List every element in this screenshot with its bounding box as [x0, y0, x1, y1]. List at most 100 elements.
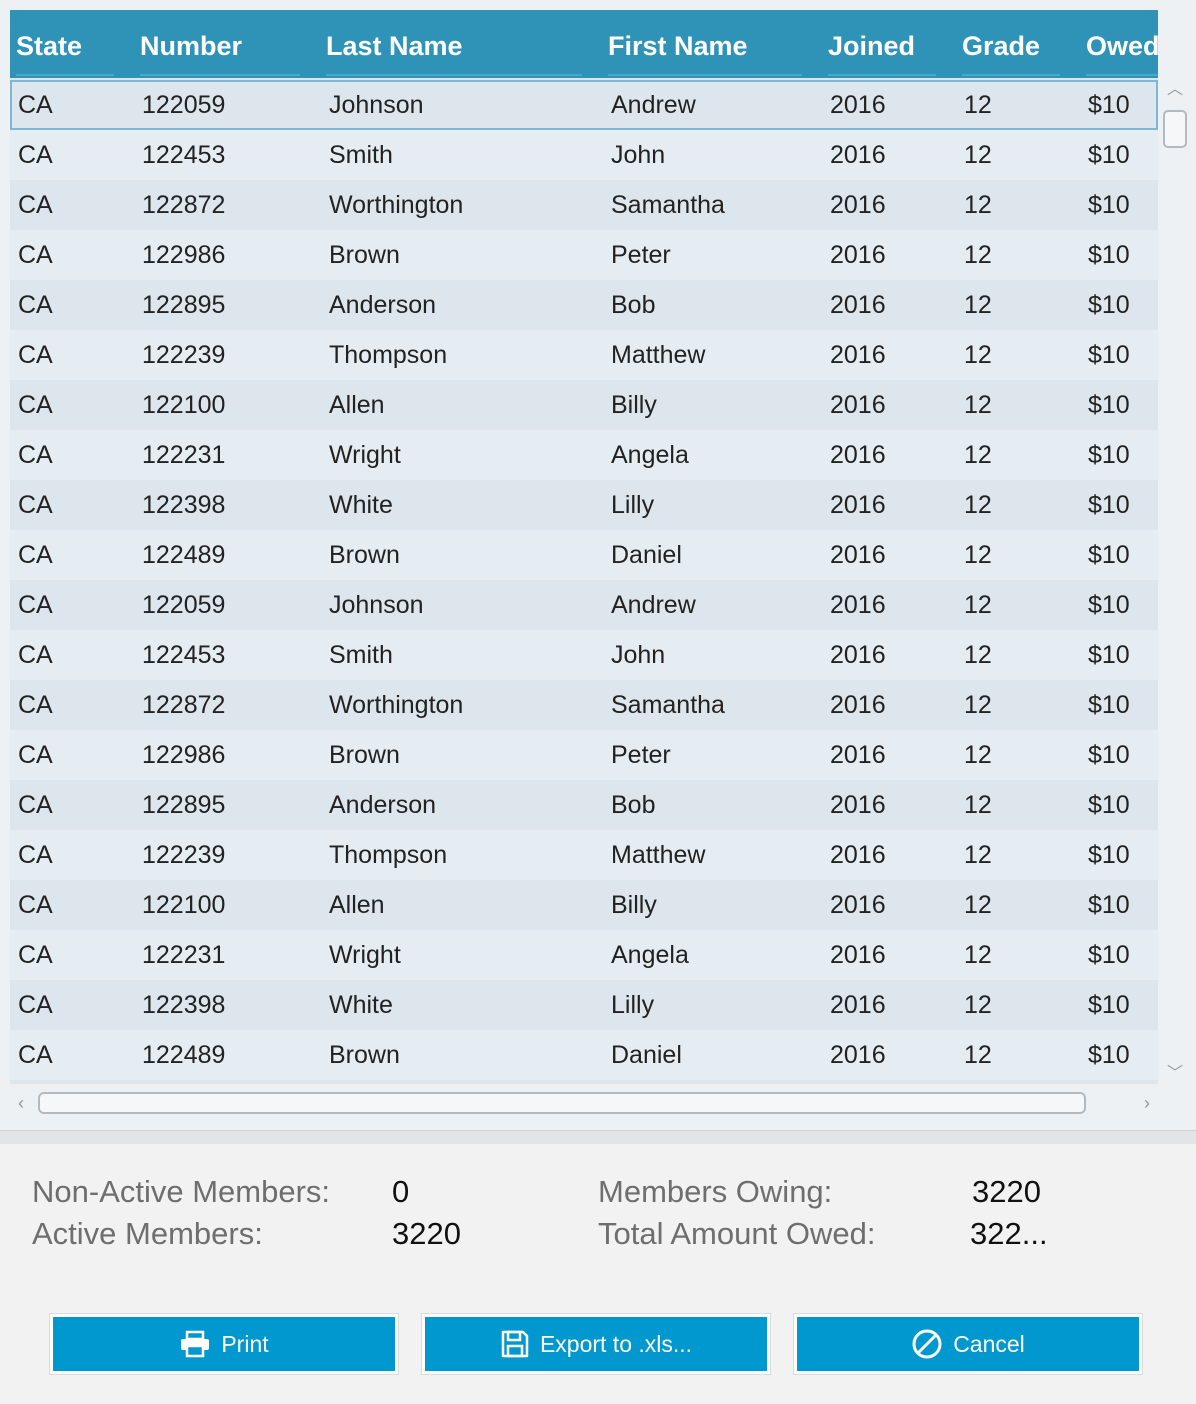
horizontal-scroll-thumb[interactable]	[38, 1092, 1086, 1114]
members-table: State Number Last Name First Name Joined…	[10, 10, 1158, 1084]
table-cell: 122239	[142, 341, 226, 369]
scroll-left-icon[interactable]: ‹	[12, 1094, 30, 1112]
table-cell: 12	[964, 791, 992, 819]
table-row[interactable]: CA 122059 Johnson Andrew 2016 12 $10	[10, 80, 1158, 130]
table-row[interactable]: CA 122398 White Lilly 2016 12 $10	[10, 980, 1158, 1030]
table-cell: Anderson	[329, 791, 437, 819]
scroll-right-icon[interactable]: ›	[1138, 1094, 1156, 1112]
table-cell: $10	[1088, 741, 1130, 769]
table-row[interactable]: CA 122100 Allen Billy 2016 12 $10	[10, 880, 1158, 930]
column-header-last-name[interactable]: Last Name	[326, 10, 582, 78]
column-header-grade[interactable]: Grade	[962, 10, 1060, 78]
table-cell: $10	[1088, 691, 1130, 719]
table-cell: Brown	[329, 241, 400, 269]
table-cell: CA	[18, 991, 53, 1019]
table-cell: 2016	[830, 241, 886, 269]
cancel-button[interactable]: Cancel	[793, 1313, 1143, 1375]
table-cell: 122986	[142, 741, 226, 769]
table-cell: Samantha	[611, 191, 725, 219]
table-row[interactable]: CA 122398 White Lilly 2016 12 $10	[10, 480, 1158, 530]
table-cell: $10	[1088, 1041, 1130, 1069]
table-cell: CA	[18, 91, 53, 119]
column-header-joined[interactable]: Joined	[828, 10, 936, 78]
table-cell: $10	[1088, 891, 1130, 919]
table-row[interactable]: CA 122895 Anderson Bob 2016 12 $10	[10, 780, 1158, 830]
vertical-scroll-thumb[interactable]	[1163, 110, 1187, 148]
export-xls-button[interactable]: Export to .xls...	[421, 1313, 771, 1375]
column-header-state[interactable]: State	[16, 10, 114, 78]
non-active-members-label: Non-Active Members:	[32, 1174, 331, 1209]
table-cell: CA	[18, 891, 53, 919]
table-cell: CA	[18, 291, 53, 319]
table-row[interactable]: CA 122872 Worthington Samantha 2016 12 $10	[10, 180, 1158, 230]
table-row[interactable]: CA 122239 Thompson Matthew 2016 12 $10	[10, 330, 1158, 380]
table-row[interactable]: CA 122872 Worthington Samantha 2016 12 $10	[10, 680, 1158, 730]
table-cell: 2016	[830, 691, 886, 719]
table-row[interactable]: CA 122100 Allen Billy 2016 12 $10	[10, 380, 1158, 430]
table-cell: 12	[964, 191, 992, 219]
table-row[interactable]: CA 122231 Wright Angela 2016 12 $10	[10, 430, 1158, 480]
table-cell: 122239	[142, 841, 226, 869]
table-cell: $10	[1088, 441, 1130, 469]
table-cell: Bob	[611, 291, 656, 319]
active-members-value: 3220	[392, 1216, 461, 1251]
table-cell: $10	[1088, 991, 1130, 1019]
table-row[interactable]: CA 122453 Smith John 2016 12 $10	[10, 130, 1158, 180]
table-row[interactable]: CA 122895 Anderson Bob 2016 12 $10	[10, 280, 1158, 330]
table-cell: 12	[964, 841, 992, 869]
table-row[interactable]: CA 122986 Brown Peter 2016 12 $10	[10, 230, 1158, 280]
table-cell: 2016	[830, 791, 886, 819]
table-cell: $10	[1088, 491, 1130, 519]
table-cell: CA	[18, 141, 53, 169]
active-members-label: Active Members:	[32, 1216, 263, 1251]
column-header-number[interactable]: Number	[140, 10, 300, 78]
table-cell: 122872	[142, 691, 226, 719]
table-cell: Smith	[329, 141, 393, 169]
table-cell: $10	[1088, 841, 1130, 869]
table-cell: 122059	[142, 591, 226, 619]
scroll-up-icon[interactable]: ︿	[1167, 82, 1183, 98]
table-cell: 2016	[830, 541, 886, 569]
table-cell: 2016	[830, 841, 886, 869]
table-cell: Anderson	[329, 291, 437, 319]
column-header-first-name[interactable]: First Name	[608, 10, 802, 78]
table-cell: Billy	[611, 391, 657, 419]
table-cell: Smith	[329, 641, 393, 669]
table-cell: 12	[964, 441, 992, 469]
export-button-label: Export to .xls...	[539, 1330, 693, 1357]
members-table-frame: State Number Last Name First Name Joined…	[0, 0, 1196, 1130]
print-button[interactable]: Print	[49, 1313, 399, 1375]
table-row[interactable]: CA 122453 Smith John 2016 12 $10	[10, 630, 1158, 680]
table-cell: 12	[964, 291, 992, 319]
table-cell: 12	[964, 641, 992, 669]
save-disk-icon	[500, 1329, 530, 1359]
table-cell: $10	[1088, 91, 1130, 119]
scroll-down-icon[interactable]: ﹀	[1167, 1066, 1183, 1082]
table-cell: 2016	[830, 591, 886, 619]
table-cell: Peter	[611, 241, 671, 269]
table-cell: 122100	[142, 391, 226, 419]
table-row[interactable]: CA 122489 Brown Daniel 2016 12 $10	[10, 530, 1158, 580]
table-cell: $10	[1088, 341, 1130, 369]
table-row[interactable]: CA 122059 Johnson Andrew 2016 12 $10	[10, 580, 1158, 630]
table-cell: 2016	[830, 391, 886, 419]
table-cell: 12	[964, 1041, 992, 1069]
table-cell: Samantha	[611, 691, 725, 719]
table-row[interactable]: CA 122231 Wright Angela 2016 12 $10	[10, 930, 1158, 980]
table-cell: Wright	[329, 941, 401, 969]
non-active-members-value: 0	[392, 1174, 410, 1209]
table-row[interactable]: CA 122489 Brown Daniel 2016 12 $10	[10, 1030, 1158, 1080]
table-cell: 122398	[142, 491, 226, 519]
table-row[interactable]: CA 122986 Brown Peter 2016 12 $10	[10, 730, 1158, 780]
table-row[interactable]: CA 122239 Thompson Matthew 2016 12 $10	[10, 830, 1158, 880]
table-cell: 122059	[142, 91, 226, 119]
table-cell: $10	[1088, 641, 1130, 669]
table-cell: Allen	[329, 891, 385, 919]
table-cell: Lilly	[611, 491, 655, 519]
column-header-owed[interactable]: Owed	[1086, 10, 1158, 78]
table-cell: Brown	[329, 741, 400, 769]
table-cell: CA	[18, 1041, 53, 1069]
table-cell: 122100	[142, 891, 226, 919]
horizontal-scrollbar[interactable]: ‹ ›	[10, 1086, 1158, 1122]
vertical-scrollbar[interactable]: ︿ ﹀	[1160, 78, 1190, 1088]
